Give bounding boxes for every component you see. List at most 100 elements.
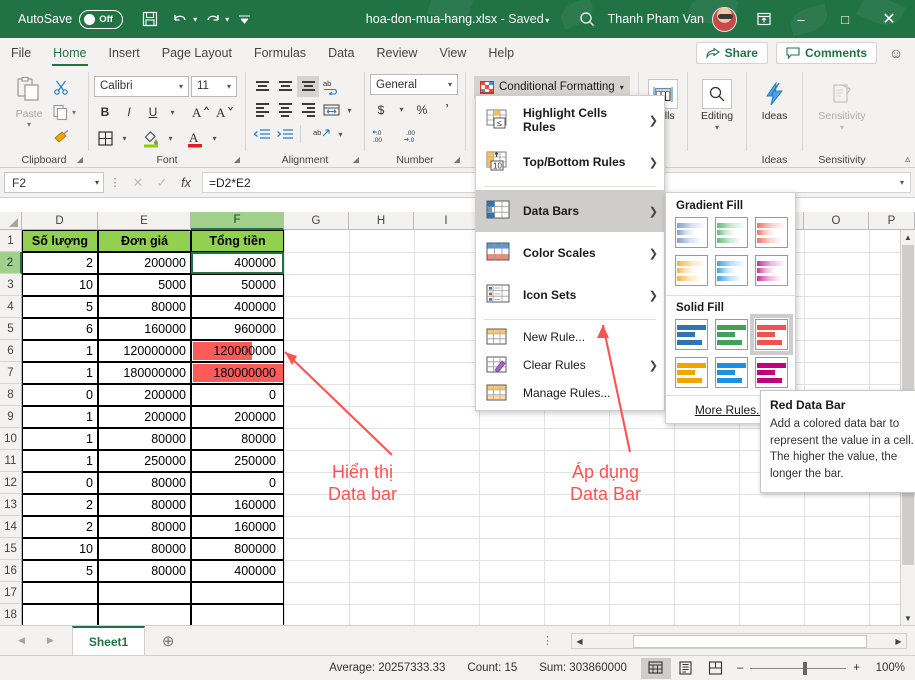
- gradient-data-bar-swatch-2[interactable]: [755, 217, 788, 248]
- borders-dropdown-icon[interactable]: ▾: [118, 128, 131, 149]
- table-cell-empty[interactable]: [191, 604, 284, 625]
- table-cell-total[interactable]: 800000: [191, 538, 284, 560]
- table-cell-quantity[interactable]: 1: [22, 362, 98, 384]
- menu-item-top-bottom-rules[interactable]: 10 Top/Bottom Rules ❯: [476, 141, 664, 183]
- insert-function-fx-icon[interactable]: fx: [174, 172, 198, 194]
- row-header-14[interactable]: 14: [0, 516, 22, 538]
- tab-page-layout[interactable]: Page Layout: [151, 38, 243, 68]
- page-break-preview-icon[interactable]: [701, 658, 731, 679]
- font-color-dropdown-icon[interactable]: ▾: [208, 128, 221, 149]
- zoom-percentage[interactable]: 100%: [867, 662, 905, 674]
- avatar[interactable]: [712, 6, 737, 32]
- row-header-3[interactable]: 3: [0, 274, 22, 296]
- undo-icon[interactable]: [165, 4, 195, 34]
- orientation-dropdown-icon[interactable]: ▾: [334, 124, 347, 145]
- table-cell-price[interactable]: 80000: [98, 428, 191, 450]
- scroll-down-icon[interactable]: ▼: [901, 611, 915, 625]
- column-header-o[interactable]: O: [804, 212, 869, 230]
- table-cell-quantity[interactable]: 5: [22, 296, 98, 318]
- row-header-15[interactable]: 15: [0, 538, 22, 560]
- add-sheet-icon[interactable]: ⊕: [145, 626, 191, 655]
- column-header-f[interactable]: F: [191, 212, 284, 230]
- gradient-data-bar-swatch-4[interactable]: [715, 255, 748, 286]
- collapse-ribbon-icon[interactable]: ▵: [905, 154, 910, 165]
- table-cell-quantity[interactable]: 1: [22, 428, 98, 450]
- table-cell-total[interactable]: 400000: [191, 252, 284, 274]
- table-cell-total[interactable]: 400000: [191, 296, 284, 318]
- table-cell-quantity[interactable]: 1: [22, 340, 98, 362]
- table-cell-price[interactable]: 200000: [98, 406, 191, 428]
- table-cell-empty[interactable]: [98, 582, 191, 604]
- tab-file[interactable]: File: [0, 38, 42, 68]
- menu-item-new-rule[interactable]: New Rule...: [476, 323, 664, 351]
- borders-icon[interactable]: [94, 128, 116, 149]
- table-cell-total[interactable]: 180000000: [191, 362, 284, 384]
- comma-format-button[interactable]: ’: [436, 99, 458, 120]
- table-cell-quantity[interactable]: 5: [22, 560, 98, 582]
- column-header-p[interactable]: P: [869, 212, 915, 230]
- table-cell-total[interactable]: 0: [191, 384, 284, 406]
- cut-button[interactable]: [53, 77, 76, 97]
- table-cell-quantity[interactable]: 1: [22, 450, 98, 472]
- currency-dropdown-icon[interactable]: ▾: [395, 99, 408, 120]
- cancel-icon[interactable]: ✕: [126, 172, 150, 194]
- next-sheet-icon[interactable]: ▶: [47, 635, 54, 646]
- format-painter-button[interactable]: [53, 127, 76, 147]
- table-cell-total[interactable]: 80000: [191, 428, 284, 450]
- table-cell-total[interactable]: 160000: [191, 516, 284, 538]
- table-cell-price[interactable]: 80000: [98, 296, 191, 318]
- row-header-16[interactable]: 16: [0, 560, 22, 582]
- row-header-18[interactable]: 18: [0, 604, 22, 625]
- fill-color-icon[interactable]: [140, 128, 162, 149]
- table-header-cell[interactable]: Đơn giá: [98, 230, 191, 252]
- tab-data[interactable]: Data: [317, 38, 365, 68]
- solid-data-bar-swatch-1[interactable]: [715, 319, 748, 350]
- alignment-dialog-launcher-icon[interactable]: ◢: [353, 155, 359, 164]
- table-cell-total[interactable]: 960000: [191, 318, 284, 340]
- table-cell-quantity[interactable]: 0: [22, 384, 98, 406]
- table-cell-price[interactable]: 80000: [98, 472, 191, 494]
- table-cell-price[interactable]: 200000: [98, 384, 191, 406]
- solid-data-bar-swatch-0[interactable]: [675, 319, 708, 350]
- solid-data-bar-swatch-4[interactable]: [715, 357, 748, 388]
- table-cell-empty[interactable]: [191, 582, 284, 604]
- table-cell-total[interactable]: 50000: [191, 274, 284, 296]
- table-cell-empty[interactable]: [98, 604, 191, 625]
- table-cell-quantity[interactable]: 10: [22, 274, 98, 296]
- table-cell-quantity[interactable]: 0: [22, 472, 98, 494]
- copy-dropdown-icon[interactable]: ▾: [72, 108, 76, 117]
- column-header-h[interactable]: H: [349, 212, 414, 230]
- table-cell-total[interactable]: 200000: [191, 406, 284, 428]
- solid-data-bar-swatch-3[interactable]: [675, 357, 708, 388]
- menu-item-icon-sets[interactable]: Icon Sets ❯: [476, 274, 664, 316]
- font-dialog-launcher-icon[interactable]: ◢: [234, 155, 240, 164]
- gradient-data-bar-swatch-0[interactable]: [675, 217, 708, 248]
- row-header-8[interactable]: 8: [0, 384, 22, 406]
- table-cell-price[interactable]: 250000: [98, 450, 191, 472]
- italic-button[interactable]: I: [118, 102, 140, 123]
- row-header-7[interactable]: 7: [0, 362, 22, 384]
- align-bottom-button[interactable]: [297, 75, 319, 97]
- comments-button[interactable]: Comments: [775, 42, 877, 64]
- row-header-6[interactable]: 6: [0, 340, 22, 362]
- row-header-9[interactable]: 9: [0, 406, 22, 428]
- page-layout-view-icon[interactable]: [671, 658, 701, 679]
- align-left-button[interactable]: [251, 100, 273, 121]
- name-box[interactable]: F2 ▾: [4, 172, 104, 193]
- sheet-tab-sheet1[interactable]: Sheet1: [71, 626, 146, 655]
- table-cell-quantity[interactable]: 2: [22, 252, 98, 274]
- ribbon-display-options-icon[interactable]: [749, 4, 779, 34]
- align-center-button[interactable]: [274, 100, 296, 121]
- gradient-data-bar-swatch-1[interactable]: [715, 217, 748, 248]
- zoom-slider[interactable]: [750, 661, 847, 675]
- row-header-2[interactable]: 2: [0, 252, 22, 274]
- table-header-cell[interactable]: Tổng tiền: [191, 230, 284, 252]
- zoom-in-button[interactable]: +: [853, 662, 860, 674]
- table-cell-quantity[interactable]: 2: [22, 516, 98, 538]
- tab-view[interactable]: View: [428, 38, 477, 68]
- row-header-12[interactable]: 12: [0, 472, 22, 494]
- underline-dropdown-icon[interactable]: ▾: [166, 102, 179, 123]
- solid-data-bar-swatch-5[interactable]: [755, 357, 788, 388]
- select-all-corner[interactable]: [0, 212, 22, 230]
- sensitivity-button[interactable]: Sensitivity ▾: [808, 77, 876, 132]
